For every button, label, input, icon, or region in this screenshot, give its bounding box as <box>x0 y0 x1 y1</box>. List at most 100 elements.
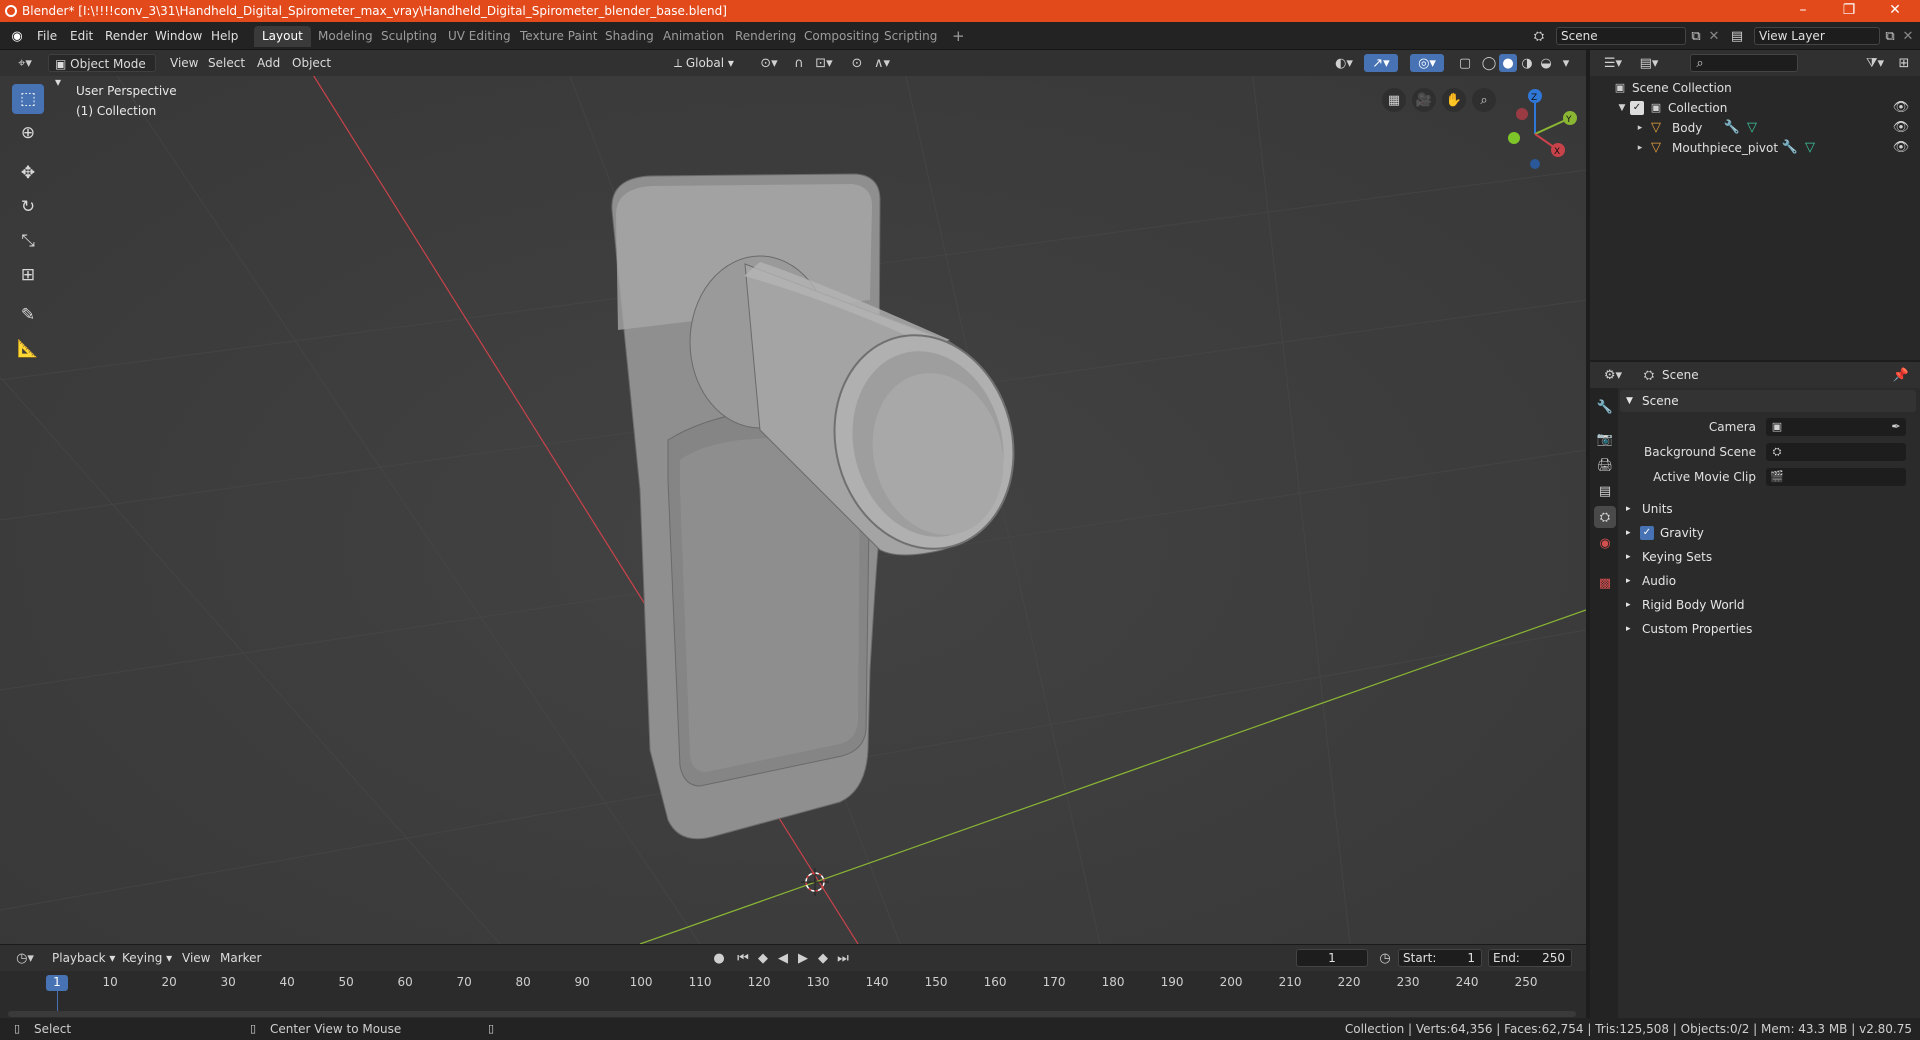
active-movie-clip-field[interactable] <box>1766 468 1906 486</box>
outliner-row-scene-collection[interactable]: ▣ Scene Collection <box>1590 78 1920 98</box>
jump-end-icon[interactable]: ⏭ <box>834 949 852 967</box>
scale-tool-icon[interactable]: ⤡ <box>12 226 44 256</box>
audio-panel-header[interactable]: ▸ Audio <box>1620 570 1916 592</box>
solid-shading-icon[interactable]: ● <box>1499 54 1517 72</box>
tab-compositing[interactable]: Compositing <box>796 26 887 47</box>
pan-hand-icon[interactable]: ✋ <box>1442 88 1466 112</box>
timeline-scrollbar[interactable] <box>8 1011 1576 1017</box>
scene-selector[interactable]: Scene <box>1556 27 1686 45</box>
snap-icon[interactable]: ∩ <box>790 54 808 72</box>
xray-toggle-icon[interactable]: ▢ <box>1456 54 1474 72</box>
timeline-editor[interactable]: ◷▾ Playback ▾ Keying ▾ View Marker ● ⏮ ◆… <box>0 944 1586 1018</box>
outliner-editor[interactable]: ☰▾ ▤▾ ⌕ ⧩▾ ⊞ ▣ Scene Collection ▼ ✓ ▣ Co… <box>1590 50 1920 360</box>
cursor-tool-icon[interactable]: ⊕ <box>12 118 44 148</box>
background-scene-field[interactable] <box>1766 443 1906 461</box>
tab-layout[interactable]: Layout <box>254 26 311 47</box>
delete-scene-icon[interactable]: ✕ <box>1706 27 1722 45</box>
keying-menu[interactable]: Keying ▾ <box>116 949 178 967</box>
modifier-wrench-icon[interactable]: 🔧 <box>1782 140 1798 156</box>
next-keyframe-icon[interactable]: ◆ <box>814 949 832 967</box>
timeline-editor-type-icon[interactable]: ◷▾ <box>10 949 40 967</box>
visibility-icon[interactable]: ◐▾ <box>1330 54 1358 72</box>
tool-tab-icon[interactable]: 🔧 <box>1594 396 1616 418</box>
timeline-view-menu[interactable]: View <box>176 949 216 967</box>
annotate-tool-icon[interactable]: ✎ <box>12 300 44 330</box>
frame-ruler[interactable]: 1 10 20 30 40 50 60 70 80 90 100 110 120 130 140 150 160… <box>0 971 1586 1019</box>
tab-shading[interactable]: Shading <box>597 26 662 47</box>
menu-edit[interactable]: Edit <box>65 27 98 45</box>
editor-type-icon[interactable]: ⌖▾ <box>10 54 40 72</box>
view-layer-browse-icon[interactable]: ▤ <box>1724 27 1750 45</box>
record-icon[interactable]: ● <box>710 949 728 967</box>
playback-menu[interactable]: Playback ▾ <box>46 949 121 967</box>
shading-options-icon[interactable]: ▾ <box>1556 54 1576 72</box>
delete-view-layer-icon[interactable]: ✕ <box>1900 27 1916 45</box>
tab-animation[interactable]: Animation <box>655 26 732 47</box>
camera-field[interactable] <box>1766 418 1906 436</box>
new-scene-icon[interactable]: ⧉ <box>1686 27 1706 45</box>
menu-file[interactable]: File <box>32 27 62 45</box>
properties-editor-type-icon[interactable]: ⚙▾ <box>1598 366 1628 384</box>
filter-icon[interactable]: ⧩▾ <box>1860 54 1890 72</box>
overlay-toggle-icon[interactable]: ◎▾ <box>1410 54 1444 72</box>
menu-view[interactable]: View <box>164 54 204 72</box>
maximize-button[interactable]: ❐ <box>1826 0 1872 22</box>
custom-properties-panel-header[interactable]: ▸ Custom Properties <box>1620 618 1916 640</box>
outliner-row-mouthpiece[interactable]: ▸ ▽ Mouthpiece_pivot 🔧 ▽ 👁 <box>1590 138 1920 158</box>
pivot-point-icon[interactable]: ⊙▾ <box>754 54 784 72</box>
jump-start-icon[interactable]: ⏮ <box>734 949 752 967</box>
expand-mouthpiece-icon[interactable]: ▸ <box>1634 140 1646 156</box>
measure-tool-icon[interactable]: 📐 <box>12 334 44 364</box>
menu-help[interactable]: Help <box>206 27 243 45</box>
start-frame-field[interactable]: Start: 1 <box>1398 949 1482 967</box>
scene-browse-icon[interactable]: ⛭ <box>1526 27 1552 45</box>
tab-rendering[interactable]: Rendering <box>727 26 804 47</box>
output-tab-icon[interactable]: 🖨 <box>1594 454 1616 476</box>
collection-visibility-eye-icon[interactable]: 👁 <box>1892 100 1910 116</box>
menu-render[interactable]: Render <box>100 27 153 45</box>
gravity-panel-header[interactable]: ▸ ✓ Gravity <box>1620 522 1916 544</box>
add-workspace-button[interactable]: + <box>944 26 973 47</box>
scene-panel-header[interactable]: ▼ Scene <box>1620 390 1916 412</box>
tab-modeling[interactable]: Modeling <box>310 26 381 47</box>
keying-sets-panel-header[interactable]: ▸ Keying Sets <box>1620 546 1916 568</box>
texture-tab-icon[interactable]: ▩ <box>1594 572 1616 594</box>
view-layer-selector[interactable]: View Layer <box>1754 27 1880 45</box>
transform-tool-icon[interactable]: ⊞ <box>12 260 44 290</box>
current-frame-field[interactable]: 1 <box>1296 949 1368 967</box>
tab-texture-paint[interactable]: Texture Paint <box>512 26 605 47</box>
eyedropper-icon[interactable]: ✒ <box>1888 420 1904 434</box>
new-collection-icon[interactable]: ⊞ <box>1894 54 1914 72</box>
properties-editor[interactable]: ⚙▾ ⛭ Scene 📌 🔧 📷 🖨 ▤ ⛭ ◉ ▩ ▼ Scene Camer… <box>1590 362 1920 1018</box>
play-reverse-icon[interactable]: ◀ <box>774 949 792 967</box>
units-panel-header[interactable]: ▸ Units <box>1620 498 1916 520</box>
menu-object[interactable]: Object <box>286 54 337 72</box>
proportional-editing-icon[interactable]: ⊙ <box>848 54 866 72</box>
gizmo-toggle-icon[interactable]: ↗▾ <box>1364 54 1398 72</box>
outliner-row-body[interactable]: ▸ ▽ Body 🔧 ▽ 👁 <box>1590 118 1920 138</box>
3d-viewport[interactable]: ⌖▾ ▣ Object Mode ▾ View Select Add Objec… <box>0 50 1586 944</box>
body-visibility-eye-icon[interactable]: 👁 <box>1892 120 1910 136</box>
blender-menu-icon[interactable]: ◉ <box>8 28 26 44</box>
prev-keyframe-icon[interactable]: ◆ <box>754 949 772 967</box>
menu-select[interactable]: Select <box>202 54 251 72</box>
new-view-layer-icon[interactable]: ⧉ <box>1880 27 1900 45</box>
mouthpiece-visibility-eye-icon[interactable]: 👁 <box>1892 140 1910 156</box>
rendered-shading-icon[interactable]: ◒ <box>1537 54 1555 72</box>
expand-collection-icon[interactable]: ▼ <box>1616 100 1628 116</box>
menu-window[interactable]: Window <box>150 27 207 45</box>
end-frame-field[interactable]: End: 250 <box>1488 949 1572 967</box>
navigation-gizmo[interactable]: Z Y X <box>1490 84 1580 174</box>
render-tab-icon[interactable]: 📷 <box>1594 428 1616 450</box>
marker-menu[interactable]: Marker <box>214 949 267 967</box>
close-button[interactable]: ✕ <box>1872 0 1918 22</box>
snap-target-icon[interactable]: ⊡▾ <box>810 54 838 72</box>
tab-scripting[interactable]: Scripting <box>876 26 945 47</box>
scene-tab-icon[interactable]: ⛭ <box>1594 506 1616 528</box>
menu-add[interactable]: Add <box>251 54 286 72</box>
grid-view-icon[interactable]: ▦ <box>1382 88 1406 112</box>
display-mode-icon[interactable]: ▤▾ <box>1634 54 1664 72</box>
collection-checkbox-icon[interactable]: ✓ <box>1630 101 1644 115</box>
rotate-tool-icon[interactable]: ↻ <box>12 192 44 222</box>
preview-range-clock-icon[interactable]: ◷ <box>1376 949 1394 967</box>
